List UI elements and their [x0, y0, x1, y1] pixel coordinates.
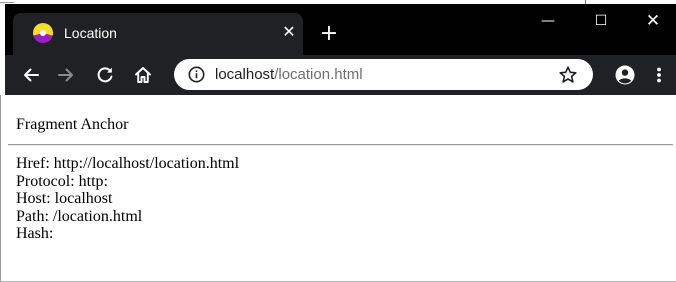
url-host: localhost — [215, 66, 275, 83]
url-text[interactable]: localhost/location.html — [215, 66, 363, 83]
account-circle-icon — [615, 65, 635, 85]
vertical-dots-icon — [657, 67, 661, 83]
location-info: Href: http://localhost/location.html Pro… — [16, 155, 239, 243]
color-wheel-icon — [33, 23, 53, 43]
browser-window-chrome: Location ✕ + — ☐ ✕ localhost/location.ht… — [5, 4, 676, 95]
address-bar[interactable]: localhost/location.html — [174, 59, 593, 90]
fragment-anchor-text: Fragment Anchor — [16, 116, 129, 133]
tab-title: Location — [64, 25, 117, 41]
favicon-center — [40, 30, 46, 36]
browser-tab[interactable]: Location ✕ — [13, 13, 303, 55]
profile-button[interactable] — [611, 61, 639, 89]
hash-line: Hash: — [16, 225, 54, 242]
plus-icon[interactable]: + — [318, 23, 340, 45]
home-button[interactable] — [129, 61, 157, 89]
href-line: Href: http://localhost/location.html — [16, 155, 240, 172]
window-close-button[interactable]: ✕ — [630, 6, 676, 36]
home-icon — [135, 67, 151, 83]
protocol-line: Protocol: http: — [16, 172, 108, 190]
reload-button[interactable] — [91, 61, 119, 89]
screenshot-frame: Location ✕ + — ☐ ✕ localhost/location.ht… — [0, 0, 676, 282]
maximize-button[interactable]: ☐ — [578, 6, 624, 36]
forward-button[interactable] — [52, 61, 80, 89]
host-line: Host: localhost — [16, 190, 113, 207]
minimize-button[interactable]: — — [525, 6, 571, 36]
menu-button[interactable] — [645, 61, 673, 89]
url-path: /location.html — [274, 66, 363, 83]
horizontal-rule — [8, 144, 673, 146]
back-button[interactable] — [17, 61, 45, 89]
frame-edge — [0, 2, 14, 3]
arrow-left-icon — [24, 68, 39, 82]
info-icon[interactable] — [188, 66, 205, 83]
reload-icon — [97, 67, 113, 83]
star-icon[interactable] — [558, 65, 578, 85]
browser-toolbar: localhost/location.html — [5, 55, 676, 95]
path-line: Path: /location.html — [16, 207, 143, 225]
arrow-right-icon — [58, 68, 73, 82]
close-icon[interactable]: ✕ — [279, 22, 299, 42]
page-content: Fragment Anchor Href: http://localhost/l… — [1, 95, 676, 281]
